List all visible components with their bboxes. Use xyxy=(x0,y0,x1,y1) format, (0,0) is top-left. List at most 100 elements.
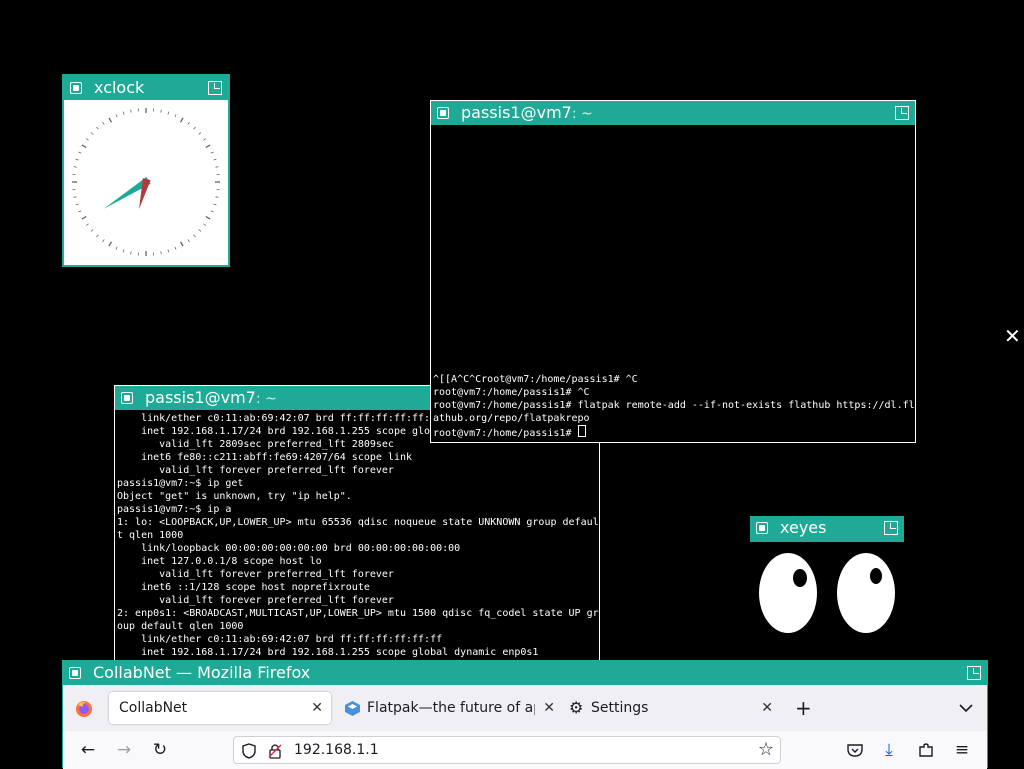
clock-tick xyxy=(211,152,214,153)
terminal-line: valid_lft forever preferred_lft forever xyxy=(117,594,597,607)
clock-tick xyxy=(74,167,77,168)
plus-icon[interactable]: + xyxy=(795,698,812,718)
reload-icon[interactable]: ↻ xyxy=(149,739,171,761)
clock-tick xyxy=(91,230,93,232)
terminal-top-output[interactable]: ^[[A^C^Croot@vm7:/home/passis1# ^Croot@v… xyxy=(431,125,915,442)
terminal-window-top[interactable]: passis1@vm7: ~ ^[[A^C^Croot@vm7:/home/pa… xyxy=(430,100,916,443)
terminal-line: inet6 fe80::c211:abff:fe69:4207/64 scope… xyxy=(117,451,597,464)
clock-tick xyxy=(78,152,81,153)
tab-settings[interactable]: ⚙ Settings ✕ xyxy=(567,692,781,724)
firefox-window[interactable]: CollabNet — Mozilla Firefox CollabNet ✕ … xyxy=(62,660,988,768)
window-menu-icon[interactable] xyxy=(69,667,81,679)
clock-tick xyxy=(188,239,190,241)
chevron-down-icon[interactable] xyxy=(959,703,973,713)
lock-warning-icon[interactable] xyxy=(268,743,282,759)
xclock-window[interactable]: xclock xyxy=(62,74,230,267)
terminal-line: t qlen 1000 xyxy=(117,529,597,542)
clock-tick xyxy=(181,242,184,246)
clock-tick xyxy=(116,247,117,250)
firefox-titlebar[interactable]: CollabNet — Mozilla Firefox xyxy=(63,661,987,685)
clock-tick xyxy=(211,211,214,212)
xeyes-window[interactable]: xeyes xyxy=(750,516,904,636)
terminal-line: inet 127.0.0.1/8 scope host lo xyxy=(117,555,597,568)
puzzle-icon[interactable] xyxy=(918,742,934,758)
url-text[interactable]: 192.168.1.1 xyxy=(294,737,379,763)
pocket-icon[interactable] xyxy=(847,743,863,757)
gear-icon: ⚙ xyxy=(569,692,583,724)
clock-tick xyxy=(82,217,86,220)
terminal-bottom-title-host: passis1@vm7 xyxy=(145,388,256,407)
terminal-line: inet6 ::1/128 scope host noprefixroute xyxy=(117,581,597,594)
clock-dial xyxy=(64,100,228,265)
clock-tick xyxy=(206,217,210,220)
arrow-right-icon[interactable]: → xyxy=(113,739,135,761)
maximize-icon[interactable] xyxy=(208,81,222,95)
clock-tick xyxy=(203,224,205,226)
clock-tick xyxy=(175,247,176,250)
clock-face xyxy=(64,100,228,265)
terminal-top-prompt-line[interactable]: root@vm7:/home/passis1# xyxy=(433,425,915,440)
terminal-cursor xyxy=(578,425,586,437)
clock-tick xyxy=(109,242,112,246)
terminal-line: ^[[A^C^Croot@vm7:/home/passis1# ^C xyxy=(433,373,915,386)
tab-label: Flatpak—the future of ap xyxy=(367,692,535,724)
close-tab-icon[interactable]: ✕ xyxy=(311,692,323,724)
terminal-bottom-title-path: : ~ xyxy=(256,391,277,407)
terminal-line: 2: enp0s1: <BROADCAST,MULTICAST,UP,LOWER… xyxy=(117,607,597,620)
terminal-line: athub.org/repo/flatpakrepo xyxy=(433,412,915,425)
terminal-top-titlebar[interactable]: passis1@vm7: ~ xyxy=(431,101,915,125)
terminal-line: link/loopback 00:00:00:00:00:00 brd 00:0… xyxy=(117,542,597,555)
arrow-left-icon[interactable]: ← xyxy=(77,739,99,761)
clock-tick xyxy=(116,114,117,117)
close-tab-icon[interactable]: ✕ xyxy=(761,692,773,724)
clock-tick xyxy=(76,159,79,160)
close-tab-icon[interactable]: ✕ xyxy=(543,692,555,724)
clock-tick xyxy=(203,139,205,141)
close-cursor-icon: ✕ xyxy=(1004,326,1021,346)
clock-tick xyxy=(78,211,81,212)
terminal-line: link/ether c0:11:ab:69:42:07 brd ff:ff:f… xyxy=(117,633,597,646)
star-icon[interactable]: ☆ xyxy=(758,737,774,763)
clock-tick xyxy=(74,197,77,198)
maximize-icon[interactable] xyxy=(895,106,909,120)
terminal-bottom-output[interactable]: link/ether c0:11:ab:69:42:07 brd ff:ff:f… xyxy=(115,410,599,667)
window-menu-icon[interactable] xyxy=(437,107,449,119)
firefox-logo-icon[interactable] xyxy=(75,700,93,718)
window-menu-icon[interactable] xyxy=(70,82,82,94)
clock-tick xyxy=(91,132,93,134)
maximize-icon[interactable] xyxy=(884,521,898,535)
xeyes-title: xeyes xyxy=(780,516,826,540)
tab-label: CollabNet xyxy=(119,692,187,724)
clock-tick xyxy=(131,251,132,254)
shield-icon[interactable] xyxy=(242,743,256,759)
clock-tick xyxy=(206,145,210,148)
right-pupil xyxy=(870,568,882,584)
xeyes-titlebar[interactable]: xeyes xyxy=(750,516,904,542)
download-icon[interactable]: ⤓ xyxy=(878,739,900,761)
clock-tick xyxy=(86,139,88,141)
window-menu-icon[interactable] xyxy=(756,522,768,534)
clock-tick xyxy=(161,251,162,254)
hamburger-menu-icon[interactable]: ≡ xyxy=(951,739,973,761)
xeyes-eyes xyxy=(750,542,904,636)
navigation-toolbar: ← → ↻ 192.168.1.1 ☆ ⤓ ≡ xyxy=(63,731,987,769)
tab-flatpak[interactable]: Flatpak—the future of ap ✕ xyxy=(339,692,555,724)
terminal-prompt: root@vm7:/home/passis1# xyxy=(433,428,578,439)
terminal-line: root@vm7:/home/passis1# ^C xyxy=(433,386,915,399)
clock-tick xyxy=(214,159,217,160)
clock-tick xyxy=(131,110,132,113)
clock-tick xyxy=(175,114,176,117)
url-bar[interactable]: 192.168.1.1 ☆ xyxy=(233,736,781,764)
clock-tick xyxy=(215,197,218,198)
terminal-top-title-path: : ~ xyxy=(572,106,593,122)
xclock-titlebar[interactable]: xclock xyxy=(64,76,228,100)
terminal-line: valid_lft forever preferred_lft forever xyxy=(117,464,597,477)
clock-tick xyxy=(109,118,112,122)
left-pupil xyxy=(793,569,807,587)
maximize-icon[interactable] xyxy=(967,666,981,680)
clock-tick xyxy=(214,204,217,205)
terminal-line: root@vm7:/home/passis1# flatpak remote-a… xyxy=(433,399,915,412)
window-menu-icon[interactable] xyxy=(121,392,133,404)
tab-collabnet[interactable]: CollabNet ✕ xyxy=(109,692,331,724)
clock-tick xyxy=(215,167,218,168)
